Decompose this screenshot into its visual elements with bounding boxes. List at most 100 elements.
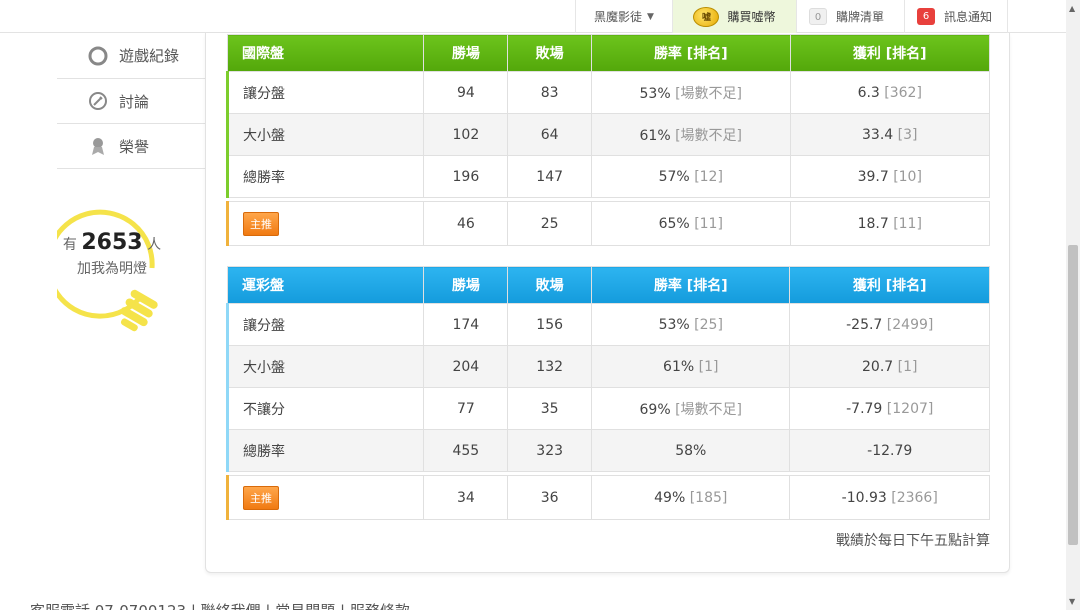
profit-cell: -7.79 [1207]	[789, 387, 990, 430]
rate-rank: [場數不足]	[675, 85, 743, 102]
wins-cell: 34	[423, 475, 509, 520]
row-label: 讓分盤	[225, 303, 425, 346]
wins-cell: 94	[423, 71, 509, 114]
profit-value: -12.79	[867, 442, 913, 459]
losses-cell: 64	[507, 113, 593, 156]
footer-links: 客服電話 07-0700123 | 聯絡我們 | 常見問題 | 服務條款	[30, 600, 410, 610]
chevron-down-icon: ▼	[647, 11, 654, 22]
profit-cell: 6.3 [362]	[789, 71, 990, 114]
table-row: 讓分盤 94 83 53% [場數不足] 6.3 [362]	[225, 71, 990, 114]
rate-value: 58%	[675, 442, 707, 459]
wins-cell: 102	[423, 113, 509, 156]
rate-cell: 69% [場數不足]	[591, 387, 791, 430]
wins-cell: 455	[423, 429, 509, 472]
column-header: 勝場	[423, 266, 509, 304]
profit-value: 20.7	[862, 358, 894, 375]
column-header: 勝率 [排名]	[591, 34, 791, 72]
table-header: 國際盤 勝場 敗場 勝率 [排名] 獲利 [排名]	[226, 34, 990, 72]
column-header: 勝場	[423, 34, 509, 72]
losses-cell: 147	[507, 155, 593, 198]
profit-rank: [10]	[893, 168, 922, 185]
international-stats-table: 國際盤 勝場 敗場 勝率 [排名] 獲利 [排名] 讓分盤 94 83 53% …	[225, 34, 990, 246]
profit-value: -7.79	[846, 400, 883, 417]
discussion-icon	[87, 90, 109, 112]
rate-cell: 65% [11]	[591, 201, 791, 246]
main-pick-row: 主推 34 36 49% [185] -10.93 [2366]	[225, 475, 990, 520]
sidebar-item-discussion[interactable]: 討論	[57, 79, 207, 124]
sidebar-item-game-records[interactable]: 遊戲紀錄	[57, 33, 207, 79]
row-label: 大小盤	[225, 345, 425, 388]
main-pick-button[interactable]: 主推	[243, 211, 279, 236]
rate-rank: [185]	[689, 489, 728, 506]
notification-label: 訊息通知	[944, 10, 993, 24]
scroll-down-arrow-icon[interactable]: ▼	[1069, 597, 1075, 606]
rate-value: 65%	[658, 215, 690, 232]
rate-rank: [場數不足]	[675, 401, 743, 418]
rate-cell: 53% [場數不足]	[591, 71, 791, 114]
losses-cell: 156	[507, 303, 593, 346]
record-icon	[87, 45, 109, 67]
page-scrollbar[interactable]: ▲ ▼	[1066, 0, 1080, 610]
rate-rank: [11]	[694, 215, 723, 232]
losses-cell: 36	[507, 475, 593, 520]
notification-button[interactable]: 6 訊息通知	[904, 0, 1008, 33]
buy-coins-button[interactable]: 噓 購買噓幣	[672, 0, 796, 33]
profit-value: 33.4	[862, 126, 894, 143]
scroll-up-arrow-icon[interactable]: ▲	[1069, 4, 1075, 13]
lottery-stats-table: 運彩盤 勝場 敗場 勝率 [排名] 獲利 [排名] 讓分盤 174 156 53…	[225, 266, 990, 520]
profit-rank: [1207]	[886, 400, 934, 417]
rate-cell: 57% [12]	[591, 155, 791, 198]
column-header: 運彩盤	[226, 266, 425, 304]
add-beacon-link[interactable]: 加我為明燈	[57, 258, 167, 278]
profit-cell: 39.7 [10]	[789, 155, 990, 198]
profit-rank: [362]	[884, 84, 922, 101]
losses-cell: 132	[507, 345, 593, 388]
wins-cell: 174	[423, 303, 509, 346]
followers-count: 2653	[81, 230, 143, 255]
wins-cell: 46	[423, 201, 509, 246]
wins-cell: 204	[423, 345, 509, 388]
followers-bulb: 有 2653 人 加我為明燈	[57, 200, 177, 340]
main-pick-label-cell: 主推	[225, 201, 425, 246]
rate-value: 61%	[639, 127, 671, 144]
losses-cell: 25	[507, 201, 593, 246]
cart-label: 購牌清單	[836, 10, 885, 24]
main-pick-label-cell: 主推	[225, 475, 425, 520]
rate-cell: 49% [185]	[591, 475, 791, 520]
cart-button[interactable]: 0 購牌清單	[796, 0, 904, 33]
table-row: 讓分盤 174 156 53% [25] -25.7 [2499]	[225, 303, 990, 346]
losses-cell: 83	[507, 71, 593, 114]
profit-cell: 20.7 [1]	[789, 345, 990, 388]
sidebar-item-label: 榮譽	[119, 137, 150, 156]
column-header: 獲利 [排名]	[789, 34, 990, 72]
column-header: 勝率 [排名]	[591, 266, 791, 304]
sidebar-item-honors[interactable]: 榮譽	[57, 124, 207, 169]
profit-cell: 33.4 [3]	[789, 113, 990, 156]
rate-value: 53%	[639, 85, 671, 102]
calculation-note: 戰績於每日下午五點計算	[836, 533, 990, 549]
wins-cell: 196	[423, 155, 509, 198]
main-pick-button[interactable]: 主推	[243, 485, 279, 510]
profit-cell: -25.7 [2499]	[789, 303, 990, 346]
rate-cell: 61% [1]	[591, 345, 791, 388]
rate-rank: [25]	[694, 316, 723, 333]
table-row: 總勝率 196 147 57% [12] 39.7 [10]	[225, 155, 990, 198]
rate-rank: [場數不足]	[675, 127, 743, 144]
row-label: 大小盤	[225, 113, 425, 156]
column-header: 敗場	[507, 34, 593, 72]
user-menu[interactable]: 黑魔影徒 ▼	[575, 0, 672, 33]
table-row: 大小盤 204 132 61% [1] 20.7 [1]	[225, 345, 990, 388]
user-name: 黑魔影徒	[594, 10, 643, 24]
rate-cell: 53% [25]	[591, 303, 791, 346]
profit-value: -25.7	[846, 316, 883, 333]
notification-count-badge: 6	[917, 8, 935, 25]
followers-suffix: 人	[147, 237, 162, 253]
profit-rank: [3]	[897, 126, 918, 143]
profit-value: 39.7	[857, 168, 889, 185]
buy-coins-label: 購買噓幣	[727, 10, 776, 24]
scrollbar-thumb[interactable]	[1068, 245, 1078, 545]
column-header: 敗場	[507, 266, 593, 304]
table-header: 運彩盤 勝場 敗場 勝率 [排名] 獲利 [排名]	[226, 266, 990, 304]
cart-count-badge: 0	[809, 8, 827, 25]
rate-rank: [12]	[694, 168, 723, 185]
